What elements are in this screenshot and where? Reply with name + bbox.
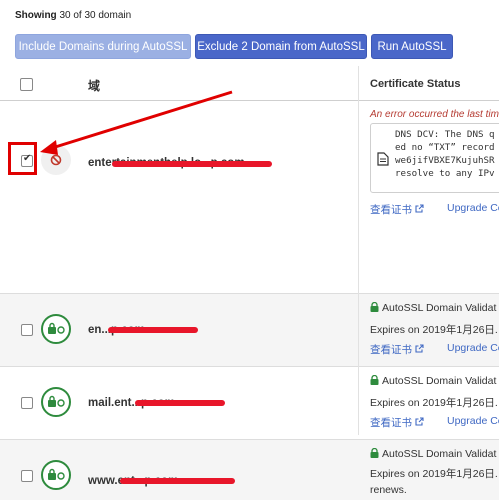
- status-icon-container: [41, 460, 71, 490]
- view-certificate-label: 查看证书: [370, 344, 412, 356]
- expiry-date: Expires on 2019年1月26日.: [370, 397, 498, 409]
- dcv-line-3: we6jifVBXE7KujuhSR: [395, 155, 495, 166]
- exclude-domains-button[interactable]: Exclude 2 Domain from AutoSSL: [195, 34, 367, 59]
- lock-valid-icon: [48, 322, 65, 334]
- expiry-date: Expires on 2019年1月26日.: [370, 468, 498, 480]
- redaction-mark: [108, 327, 198, 333]
- prohibited-icon: [50, 154, 62, 166]
- lock-valid-icon: [48, 395, 65, 407]
- error-message: An error occurred the last tim: [370, 109, 499, 120]
- renewal-note: renews.: [370, 484, 407, 496]
- document-icon: [377, 152, 389, 166]
- status-icon-container: [41, 145, 71, 175]
- dcv-line-4: resolve to any IPv: [395, 168, 495, 179]
- dcv-error-text: DNS DCV: The DNS q ed no “TXT” record we…: [395, 128, 495, 180]
- autossl-status-text: AutoSSL Domain Validat: [382, 375, 497, 387]
- dcv-line-2: ed no “TXT” record: [395, 142, 495, 153]
- external-link-icon: [415, 344, 424, 353]
- lock-icon: [370, 375, 379, 385]
- view-certificate-link[interactable]: 查看证书: [370, 415, 424, 430]
- lock-icon: [370, 302, 379, 312]
- upgrade-certificate-link[interactable]: Upgrade Ce: [447, 415, 499, 427]
- autossl-status: AutoSSL Domain Validat: [370, 448, 496, 460]
- autossl-status: AutoSSL Domain Validat: [370, 375, 496, 387]
- view-certificate-label: 查看证书: [370, 204, 412, 216]
- dcv-line-1: DNS DCV: The DNS q: [395, 129, 495, 140]
- run-autossl-button[interactable]: Run AutoSSL: [371, 34, 453, 59]
- expiry-date: Expires on 2019年1月26日.: [370, 324, 498, 336]
- select-all-checkbox[interactable]: [20, 78, 33, 91]
- showing-value: 30 of 30 domain: [59, 10, 132, 21]
- status-icon-container: [41, 387, 71, 417]
- table-row: en...p.com AutoSSL Domain Validat Expire…: [0, 294, 499, 367]
- lock-icon: [370, 448, 379, 458]
- status-icon-container: [41, 314, 71, 344]
- table-row: mail.ent...p.com AutoSSL Domain Validat …: [0, 367, 499, 440]
- redaction-mark: [135, 400, 225, 406]
- upgrade-certificate-link[interactable]: Upgrade Ce: [447, 342, 499, 354]
- lock-valid-icon: [48, 468, 65, 480]
- table-row: entertainmenthelp.lo...p.com An error oc…: [0, 101, 499, 294]
- redaction-mark: [120, 478, 235, 484]
- column-header-certificate-status: Certificate Status: [370, 78, 461, 90]
- external-link-icon: [415, 417, 424, 426]
- redaction-mark: [112, 161, 272, 167]
- external-link-icon: [415, 204, 424, 213]
- dcv-error-box: DNS DCV: The DNS q ed no “TXT” record we…: [370, 123, 499, 193]
- column-header-domain: 域: [88, 79, 101, 93]
- include-domains-button[interactable]: Include Domains during AutoSSL: [15, 34, 191, 59]
- table-row: www.ent...p.com AutoSSL Domain Validat E…: [0, 440, 499, 500]
- showing-count: Showing 30 of 30 domain: [15, 10, 131, 21]
- view-certificate-label: 查看证书: [370, 417, 412, 429]
- showing-label: Showing: [15, 10, 57, 21]
- annotation-highlight-box: [8, 142, 37, 175]
- view-certificate-link[interactable]: 查看证书: [370, 342, 424, 357]
- autossl-status-text: AutoSSL Domain Validat: [382, 448, 497, 460]
- autossl-status-text: AutoSSL Domain Validat: [382, 302, 497, 314]
- column-divider: [358, 66, 359, 435]
- table-header: 域 Certificate Status: [0, 66, 499, 101]
- view-certificate-link[interactable]: 查看证书: [370, 202, 424, 217]
- autossl-status: AutoSSL Domain Validat: [370, 302, 496, 314]
- upgrade-certificate-link[interactable]: Upgrade Ce: [447, 202, 499, 214]
- row-checkbox[interactable]: [21, 397, 33, 409]
- row-checkbox[interactable]: [21, 470, 33, 482]
- row-checkbox[interactable]: [21, 324, 33, 336]
